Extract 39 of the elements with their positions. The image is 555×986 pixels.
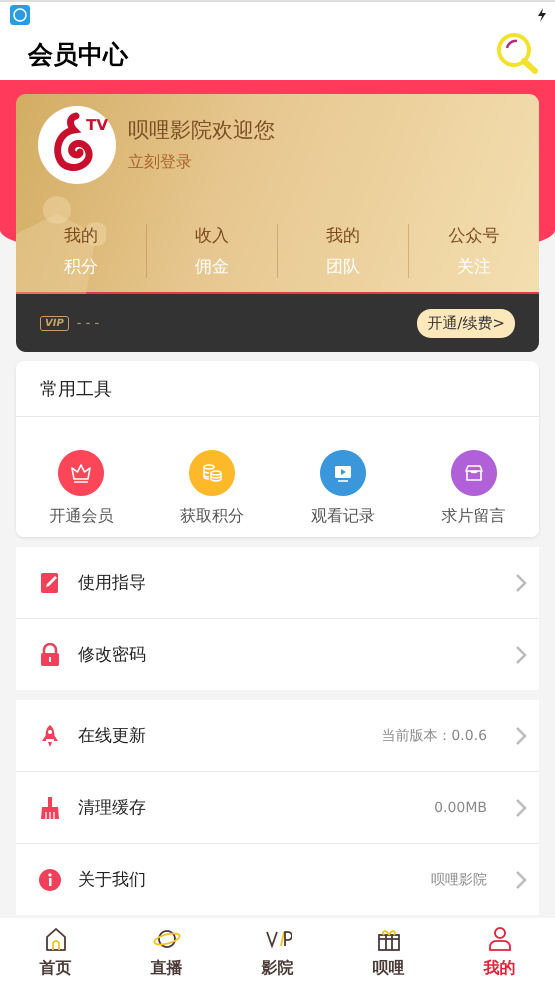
logo: TV	[38, 106, 116, 184]
chevron-icon	[515, 870, 527, 890]
chevron-icon	[515, 644, 527, 664]
stat-label[interactable]: 我的	[326, 224, 360, 247]
menu-item[interactable]: 清理缓存 0.00MB	[16, 772, 539, 844]
tab[interactable]: 影院	[222, 918, 333, 986]
app-icon	[10, 5, 30, 25]
page-title: 会员中心	[28, 38, 128, 70]
menu-item[interactable]: 使用指导	[16, 547, 539, 619]
chevron-icon	[515, 572, 527, 592]
stat-label[interactable]: 公众号	[448, 224, 500, 247]
tab[interactable]: 直播	[111, 918, 222, 986]
flash-icon	[537, 8, 547, 22]
renew-button[interactable]: 开通/续费>	[417, 308, 515, 338]
menu-item[interactable]: 修改密码	[16, 619, 539, 690]
menu-item[interactable]: 关于我们 呗哩影院	[16, 844, 539, 915]
stat-label[interactable]: 我的	[64, 224, 98, 247]
tab[interactable]: 首页	[0, 918, 111, 986]
broom-icon	[38, 796, 62, 820]
shop-icon[interactable]	[450, 450, 497, 496]
vip-badge: VIP	[40, 316, 69, 330]
tool-label[interactable]: 求片留言	[442, 506, 506, 527]
coins-icon[interactable]	[189, 450, 236, 496]
stat-label[interactable]: 收入	[195, 224, 229, 247]
section-title: 常用工具	[16, 361, 539, 417]
crown-icon[interactable]	[58, 450, 104, 496]
lock-icon	[38, 642, 62, 666]
tool-label[interactable]: 开通会员	[49, 506, 114, 527]
tv-icon[interactable]	[320, 450, 366, 496]
chevron-icon	[515, 798, 527, 818]
info-icon	[38, 868, 62, 892]
menu-item[interactable]: 在线更新 当前版本：0.0.6	[16, 700, 539, 772]
tool-label[interactable]: 观看记录	[310, 506, 375, 527]
tool-label[interactable]: 获取积分	[180, 506, 244, 527]
vip-status: - - -	[76, 316, 100, 330]
tab[interactable]: 呗哩	[333, 918, 444, 986]
welcome-text: 呗哩影院欢迎您	[128, 117, 275, 144]
tab[interactable]: 我的	[444, 918, 555, 986]
chevron-icon	[515, 726, 527, 746]
